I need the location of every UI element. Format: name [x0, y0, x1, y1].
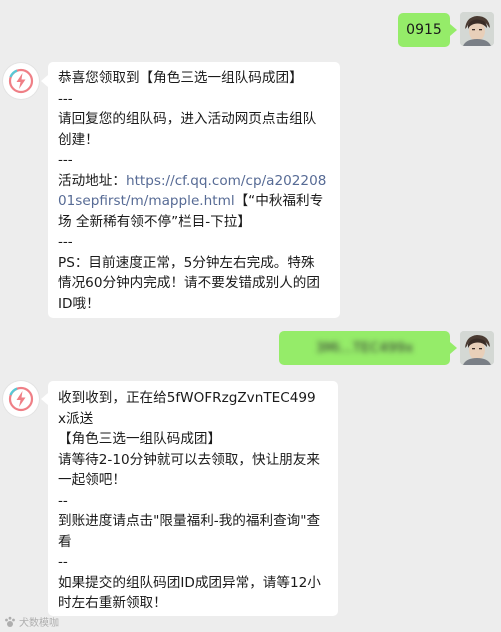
user-avatar-image	[460, 12, 494, 46]
lightning-logo-icon	[8, 386, 34, 412]
message-line: 活动地址：https://cf.qq.com/cp/a202208	[58, 171, 340, 192]
message-line: ID哦！	[58, 295, 100, 312]
watermark: 犬数模咖	[4, 614, 59, 629]
link-label: 活动地址：	[58, 172, 126, 189]
user-avatar[interactable]	[460, 12, 494, 46]
message-line: 收到收到，正在给5fWOFRzgZvnTEC499	[58, 390, 316, 406]
message-line: 时左右重新领取！	[58, 595, 167, 611]
bot-avatar[interactable]	[3, 381, 39, 417]
message-line: 恭喜您领取到【角色三选一组队码成团】	[58, 70, 303, 86]
outgoing-message-bubble[interactable]: 0915	[398, 13, 450, 47]
watermark-text: 犬数模咖	[19, 618, 59, 629]
incoming-message-bubble[interactable]: 恭喜您领取到【角色三选一组队码成团】 --- 请回复您的组队码，进入活动网页点击…	[48, 62, 340, 318]
message-text: 【“中秋福利专	[234, 193, 324, 209]
paw-icon	[5, 616, 15, 627]
separator-text: ---	[58, 234, 73, 250]
message-line: 到账进度请点击"限量福利-我的福利查询"查	[58, 513, 321, 529]
separator-text: --	[58, 554, 68, 570]
lightning-logo-icon	[8, 68, 34, 94]
message-line: 看	[58, 533, 72, 550]
bubble-tail	[450, 342, 457, 354]
activity-link[interactable]: https://cf.qq.com/cp/a202208	[126, 173, 326, 189]
bubble-tail	[450, 24, 457, 36]
message-line: PS：目前速度正常，5分钟左右完成。特殊	[58, 254, 315, 271]
message-line: 01sepfirst/m/mapple.html【“中秋福利专	[58, 191, 340, 212]
incoming-message-bubble[interactable]: 收到收到，正在给5fWOFRzgZvnTEC499 x派送 【角色三选一组队码成…	[48, 381, 338, 616]
separator-text: ---	[58, 152, 73, 168]
message-line: x派送	[58, 410, 94, 427]
bot-avatar[interactable]	[3, 63, 39, 99]
separator-text: ---	[58, 90, 73, 107]
blurred-team-code: 3Mi...TEC499x	[315, 339, 414, 356]
message-line: 请等待2-10分钟就可以去领取，快让朋友来	[58, 451, 320, 468]
bubble-tail	[41, 75, 48, 87]
message-line: 请回复您的组队码，进入活动网页点击组队	[58, 111, 317, 127]
message-line: 情况60分钟内完成！请不要发错成别人的团	[58, 275, 320, 291]
message-line: 场 全新稀有领不停”栏目-下拉】	[58, 213, 251, 230]
message-line: 如果提交的组队码团ID成团异常，请等12小	[58, 574, 321, 591]
activity-link-continued[interactable]: 01sepfirst/m/mapple.html	[58, 193, 235, 209]
outgoing-message-bubble[interactable]: 3Mi...TEC499x	[279, 331, 450, 365]
message-line: 一起领吧！	[58, 472, 126, 488]
bubble-tail	[41, 393, 48, 405]
separator-text: --	[58, 492, 68, 509]
message-line: 创建！	[58, 131, 99, 148]
message-text: 0915	[406, 21, 442, 38]
message-line: 【角色三选一组队码成团】	[58, 431, 222, 447]
user-avatar[interactable]	[460, 331, 494, 365]
user-avatar-image	[460, 331, 494, 365]
